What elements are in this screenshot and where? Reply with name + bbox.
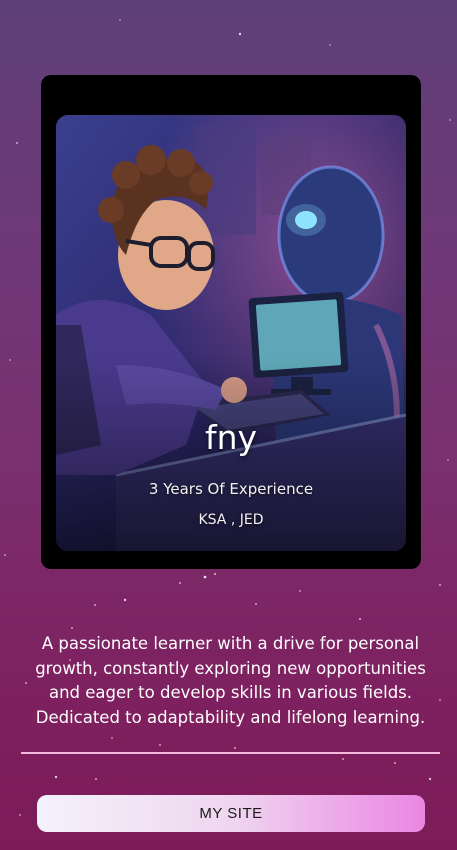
location-label: KSA , JED — [198, 512, 264, 528]
experience-label: 3 Years Of Experience — [148, 480, 314, 498]
profile-card: fny 3 Years Of Experience KSA , JED — [41, 75, 421, 569]
section-divider — [21, 752, 440, 754]
profile-name: fny — [204, 418, 258, 457]
bio-text: A passionate learner with a drive for pe… — [35, 634, 426, 727]
my-site-button[interactable]: MY SITE — [37, 795, 425, 832]
